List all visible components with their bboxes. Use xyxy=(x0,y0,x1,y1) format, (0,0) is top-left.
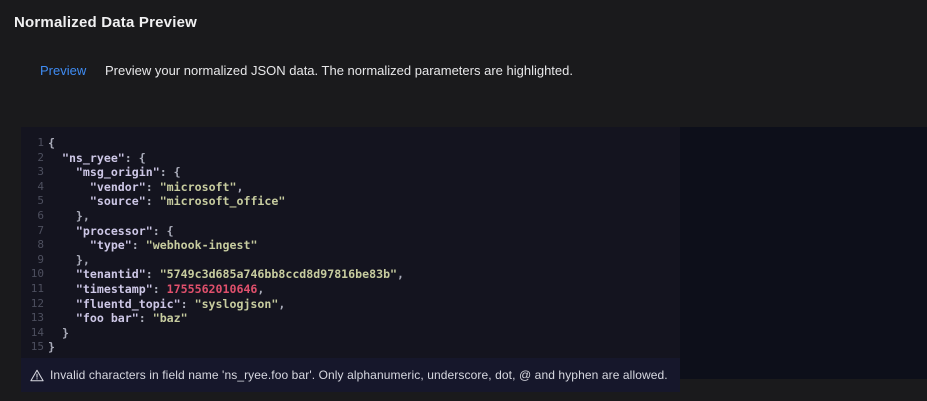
code-token: } xyxy=(48,340,55,355)
code-token xyxy=(48,282,76,297)
code-token: : xyxy=(139,311,153,326)
code-token: "microsoft" xyxy=(160,180,237,195)
code-token: "timestamp" xyxy=(76,282,153,297)
line-number: 8 xyxy=(29,238,44,253)
code-line: 4 "vendor": "microsoft", xyxy=(29,180,680,195)
tab-preview[interactable]: Preview xyxy=(40,63,86,78)
code-line: 3 "msg_origin": { xyxy=(29,165,680,180)
line-number: 10 xyxy=(29,267,44,282)
code-token: "5749c3d685a746bb8ccd8d97816be83b" xyxy=(160,267,397,282)
code-token xyxy=(48,297,76,312)
code-token: : { xyxy=(125,151,146,166)
code-token xyxy=(48,165,76,180)
code-token: "microsoft_office" xyxy=(160,194,286,209)
code-line: 6 }, xyxy=(29,209,680,224)
code-token xyxy=(48,238,90,253)
line-number: 5 xyxy=(29,194,44,209)
code-token xyxy=(48,151,62,166)
code-token: "source" xyxy=(90,194,146,209)
code-line: 1{ xyxy=(29,136,680,151)
code-line: 9 }, xyxy=(29,253,680,268)
line-number: 13 xyxy=(29,311,44,326)
code-token: : xyxy=(132,238,146,253)
code-line: 14 } xyxy=(29,326,680,341)
code-token: "processor" xyxy=(76,224,153,239)
line-number: 14 xyxy=(29,326,44,341)
code-token: , xyxy=(236,180,243,195)
code-line: 8 "type": "webhook-ingest" xyxy=(29,238,680,253)
code-token: , xyxy=(257,282,264,297)
code-token: }, xyxy=(48,253,90,268)
json-code-block: 1{2 "ns_ryee": {3 "msg_origin": {4 "vend… xyxy=(21,127,680,355)
line-number: 15 xyxy=(29,340,44,355)
code-line: 7 "processor": { xyxy=(29,224,680,239)
code-line: 15} xyxy=(29,340,680,355)
code-token xyxy=(48,267,76,282)
validation-warning-text: Invalid characters in field name 'ns_rye… xyxy=(50,368,668,382)
code-token: : { xyxy=(160,165,181,180)
code-token xyxy=(48,311,76,326)
code-token: { xyxy=(48,136,55,151)
line-number: 1 xyxy=(29,136,44,151)
code-token: , xyxy=(397,267,404,282)
json-preview-screenshot: 1{2 "ns_ryee": {3 "msg_origin": {4 "vend… xyxy=(21,127,680,392)
validation-warning-bar: Invalid characters in field name 'ns_rye… xyxy=(21,358,680,392)
code-token: "vendor" xyxy=(90,180,146,195)
code-token xyxy=(48,224,76,239)
code-token: "baz" xyxy=(153,311,188,326)
code-token: "msg_origin" xyxy=(76,165,160,180)
code-token: "foo bar" xyxy=(76,311,139,326)
code-token: "ns_ryee" xyxy=(62,151,125,166)
line-number: 12 xyxy=(29,297,44,312)
line-number: 9 xyxy=(29,253,44,268)
code-token: "webhook-ingest" xyxy=(146,238,258,253)
line-number: 2 xyxy=(29,151,44,166)
page-title: Normalized Data Preview xyxy=(14,14,197,31)
code-token xyxy=(48,180,90,195)
code-token: "type" xyxy=(90,238,132,253)
line-number: 7 xyxy=(29,224,44,239)
code-token: : { xyxy=(153,224,174,239)
code-token: } xyxy=(48,326,69,341)
code-line: 11 "timestamp": 1755562010646, xyxy=(29,282,680,297)
code-line: 10 "tenantid": "5749c3d685a746bb8ccd8d97… xyxy=(29,267,680,282)
code-token: : xyxy=(146,180,160,195)
code-line: 5 "source": "microsoft_office" xyxy=(29,194,680,209)
preview-description: Preview your normalized JSON data. The n… xyxy=(105,63,573,78)
code-token: "syslogjson" xyxy=(195,297,279,312)
code-token: , xyxy=(278,297,285,312)
code-token: : xyxy=(146,267,160,282)
line-number: 3 xyxy=(29,165,44,180)
code-token: }, xyxy=(48,209,90,224)
code-token: : xyxy=(181,297,195,312)
code-token: "fluentd_topic" xyxy=(76,297,181,312)
code-token: 1755562010646 xyxy=(167,282,258,297)
code-token: : xyxy=(146,194,160,209)
warning-triangle-icon xyxy=(30,369,44,382)
line-number: 4 xyxy=(29,180,44,195)
code-token xyxy=(48,194,90,209)
code-line: 13 "foo bar": "baz" xyxy=(29,311,680,326)
code-token: : xyxy=(153,282,167,297)
code-line: 2 "ns_ryee": { xyxy=(29,151,680,166)
line-number: 6 xyxy=(29,209,44,224)
line-number: 11 xyxy=(29,282,44,297)
code-line: 12 "fluentd_topic": "syslogjson", xyxy=(29,297,680,312)
normalized-data-preview-page: Normalized Data Preview Preview Preview … xyxy=(0,0,927,401)
code-token: "tenantid" xyxy=(76,267,146,282)
